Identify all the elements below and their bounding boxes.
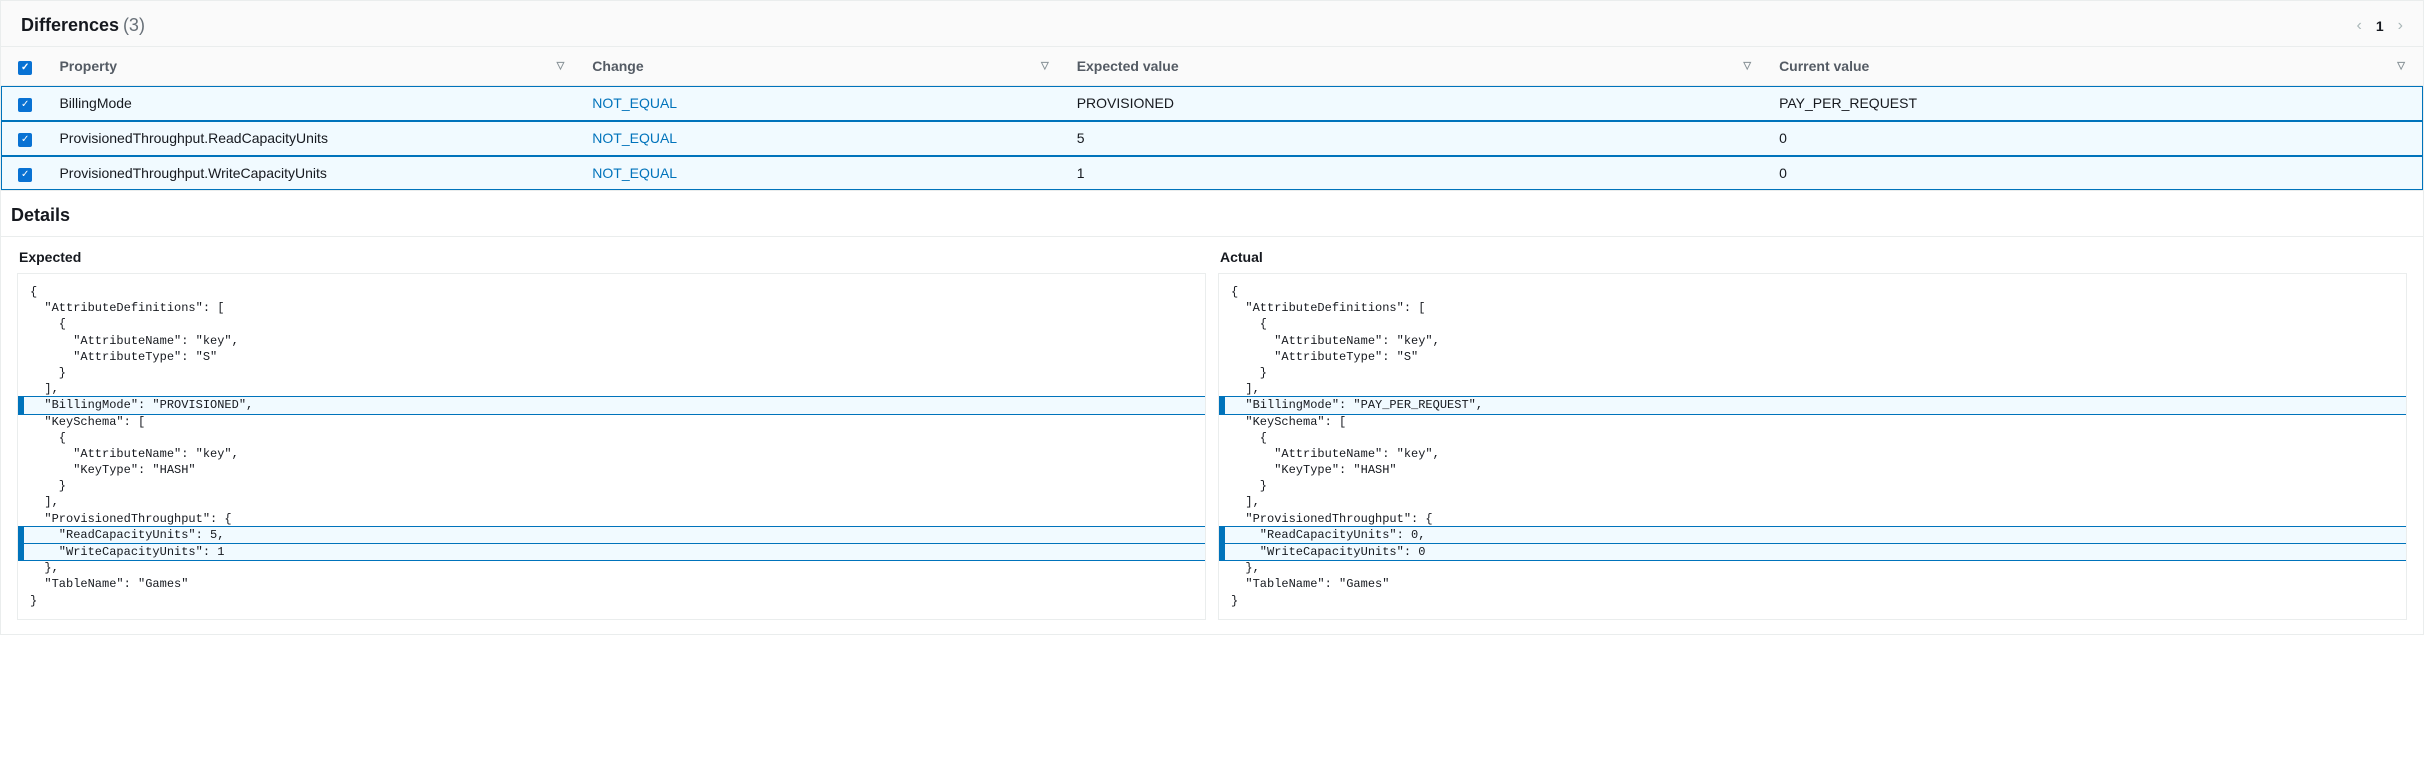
code-line: } [18, 593, 1205, 609]
code-line: } [18, 365, 1205, 381]
pager-prev-icon[interactable]: ‹ [2357, 17, 2362, 35]
col-header-change-label: Change [592, 58, 643, 74]
differences-panel: Differences (3) ‹ 1 › ✓ Property ▽ [0, 0, 2424, 635]
actual-label: Actual [1220, 249, 2407, 265]
cell-expected: 1 [1067, 156, 1769, 191]
row-checkbox[interactable]: ✓ [18, 168, 32, 182]
code-line: ], [18, 381, 1205, 397]
code-line: "KeyType": "HASH" [1219, 462, 2406, 478]
code-line: { [1219, 284, 2406, 300]
code-line: { [18, 316, 1205, 332]
pager: ‹ 1 › [2357, 17, 2403, 35]
code-line: ], [18, 494, 1205, 510]
code-line: "AttributeName": "key", [18, 333, 1205, 349]
code-line-highlight: "WriteCapacityUnits": 0 [1219, 543, 2406, 561]
code-line: "KeySchema": [ [18, 414, 1205, 430]
col-header-expected[interactable]: Expected value ▽ [1067, 47, 1769, 86]
code-line: "KeySchema": [ [1219, 414, 2406, 430]
actual-code-box[interactable]: { "AttributeDefinitions": [ { "Attribute… [1218, 273, 2407, 620]
sort-icon: ▽ [2397, 61, 2405, 72]
code-line: { [1219, 430, 2406, 446]
code-line: "KeyType": "HASH" [18, 462, 1205, 478]
code-line: "AttributeDefinitions": [ [18, 300, 1205, 316]
code-line: "ProvisionedThroughput": { [1219, 511, 2406, 527]
cell-current: 0 [1769, 121, 2423, 156]
code-line: { [18, 430, 1205, 446]
col-header-current[interactable]: Current value ▽ [1769, 47, 2423, 86]
table-row[interactable]: ✓ BillingModeNOT_EQUALPROVISIONEDPAY_PER_… [1, 86, 2423, 121]
col-header-current-label: Current value [1779, 58, 1869, 74]
code-line: "TableName": "Games" [1219, 576, 2406, 592]
code-line: { [1219, 316, 2406, 332]
expected-column: Expected { "AttributeDefinitions": [ { "… [11, 243, 1212, 620]
cell-change[interactable]: NOT_EQUAL [582, 86, 1066, 121]
code-line: "AttributeType": "S" [18, 349, 1205, 365]
differences-table: ✓ Property ▽ Change ▽ Expected value ▽ C… [1, 47, 2423, 190]
code-line: "TableName": "Games" [18, 576, 1205, 592]
table-row[interactable]: ✓ ProvisionedThroughput.WriteCapacityUnit… [1, 156, 2423, 191]
pager-page: 1 [2376, 18, 2384, 34]
sort-icon: ▽ [557, 61, 565, 72]
cell-property: ProvisionedThroughput.ReadCapacityUnits [49, 121, 582, 156]
cell-expected: 5 [1067, 121, 1769, 156]
code-line: "AttributeName": "key", [1219, 446, 2406, 462]
code-line: } [1219, 478, 2406, 494]
cell-change[interactable]: NOT_EQUAL [582, 156, 1066, 191]
cell-change[interactable]: NOT_EQUAL [582, 121, 1066, 156]
code-line: "AttributeName": "key", [1219, 333, 2406, 349]
differences-header: Differences (3) ‹ 1 › [1, 1, 2423, 47]
details-header: Details [1, 190, 2423, 236]
row-checkbox[interactable]: ✓ [18, 98, 32, 112]
col-header-property-label: Property [59, 58, 117, 74]
details-title: Details [11, 205, 2403, 226]
sort-icon: ▽ [1743, 61, 1751, 72]
select-all-checkbox[interactable]: ✓ [18, 61, 32, 75]
differences-title: Differences [21, 15, 119, 35]
pager-next-icon[interactable]: › [2398, 17, 2403, 35]
cell-current: 0 [1769, 156, 2423, 191]
differences-count: (3) [123, 15, 145, 35]
code-line: "AttributeDefinitions": [ [1219, 300, 2406, 316]
expected-label: Expected [19, 249, 1206, 265]
cell-property: BillingMode [49, 86, 582, 121]
code-line: }, [1219, 560, 2406, 576]
sort-icon: ▽ [1041, 61, 1049, 72]
table-row[interactable]: ✓ ProvisionedThroughput.ReadCapacityUnits… [1, 121, 2423, 156]
code-line-highlight: "WriteCapacityUnits": 1 [18, 543, 1205, 561]
code-line: "ProvisionedThroughput": { [18, 511, 1205, 527]
code-line: } [18, 478, 1205, 494]
code-line: } [1219, 365, 2406, 381]
code-line-highlight: "BillingMode": "PAY_PER_REQUEST", [1219, 396, 2406, 414]
details-body: Expected { "AttributeDefinitions": [ { "… [1, 236, 2423, 634]
code-line-highlight: "ReadCapacityUnits": 0, [1219, 526, 2406, 544]
actual-column: Actual { "AttributeDefinitions": [ { "At… [1212, 243, 2413, 620]
col-header-expected-label: Expected value [1077, 58, 1179, 74]
row-checkbox[interactable]: ✓ [18, 133, 32, 147]
cell-expected: PROVISIONED [1067, 86, 1769, 121]
code-line: } [1219, 593, 2406, 609]
code-line-highlight: "ReadCapacityUnits": 5, [18, 526, 1205, 544]
code-line: "AttributeName": "key", [18, 446, 1205, 462]
code-line: { [18, 284, 1205, 300]
col-header-property[interactable]: Property ▽ [49, 47, 582, 86]
cell-current: PAY_PER_REQUEST [1769, 86, 2423, 121]
col-header-change[interactable]: Change ▽ [582, 47, 1066, 86]
code-line: "AttributeType": "S" [1219, 349, 2406, 365]
cell-property: ProvisionedThroughput.WriteCapacityUnits [49, 156, 582, 191]
code-line: ], [1219, 381, 2406, 397]
code-line: }, [18, 560, 1205, 576]
expected-code-box[interactable]: { "AttributeDefinitions": [ { "Attribute… [17, 273, 1206, 620]
code-line-highlight: "BillingMode": "PROVISIONED", [18, 396, 1205, 414]
code-line: ], [1219, 494, 2406, 510]
